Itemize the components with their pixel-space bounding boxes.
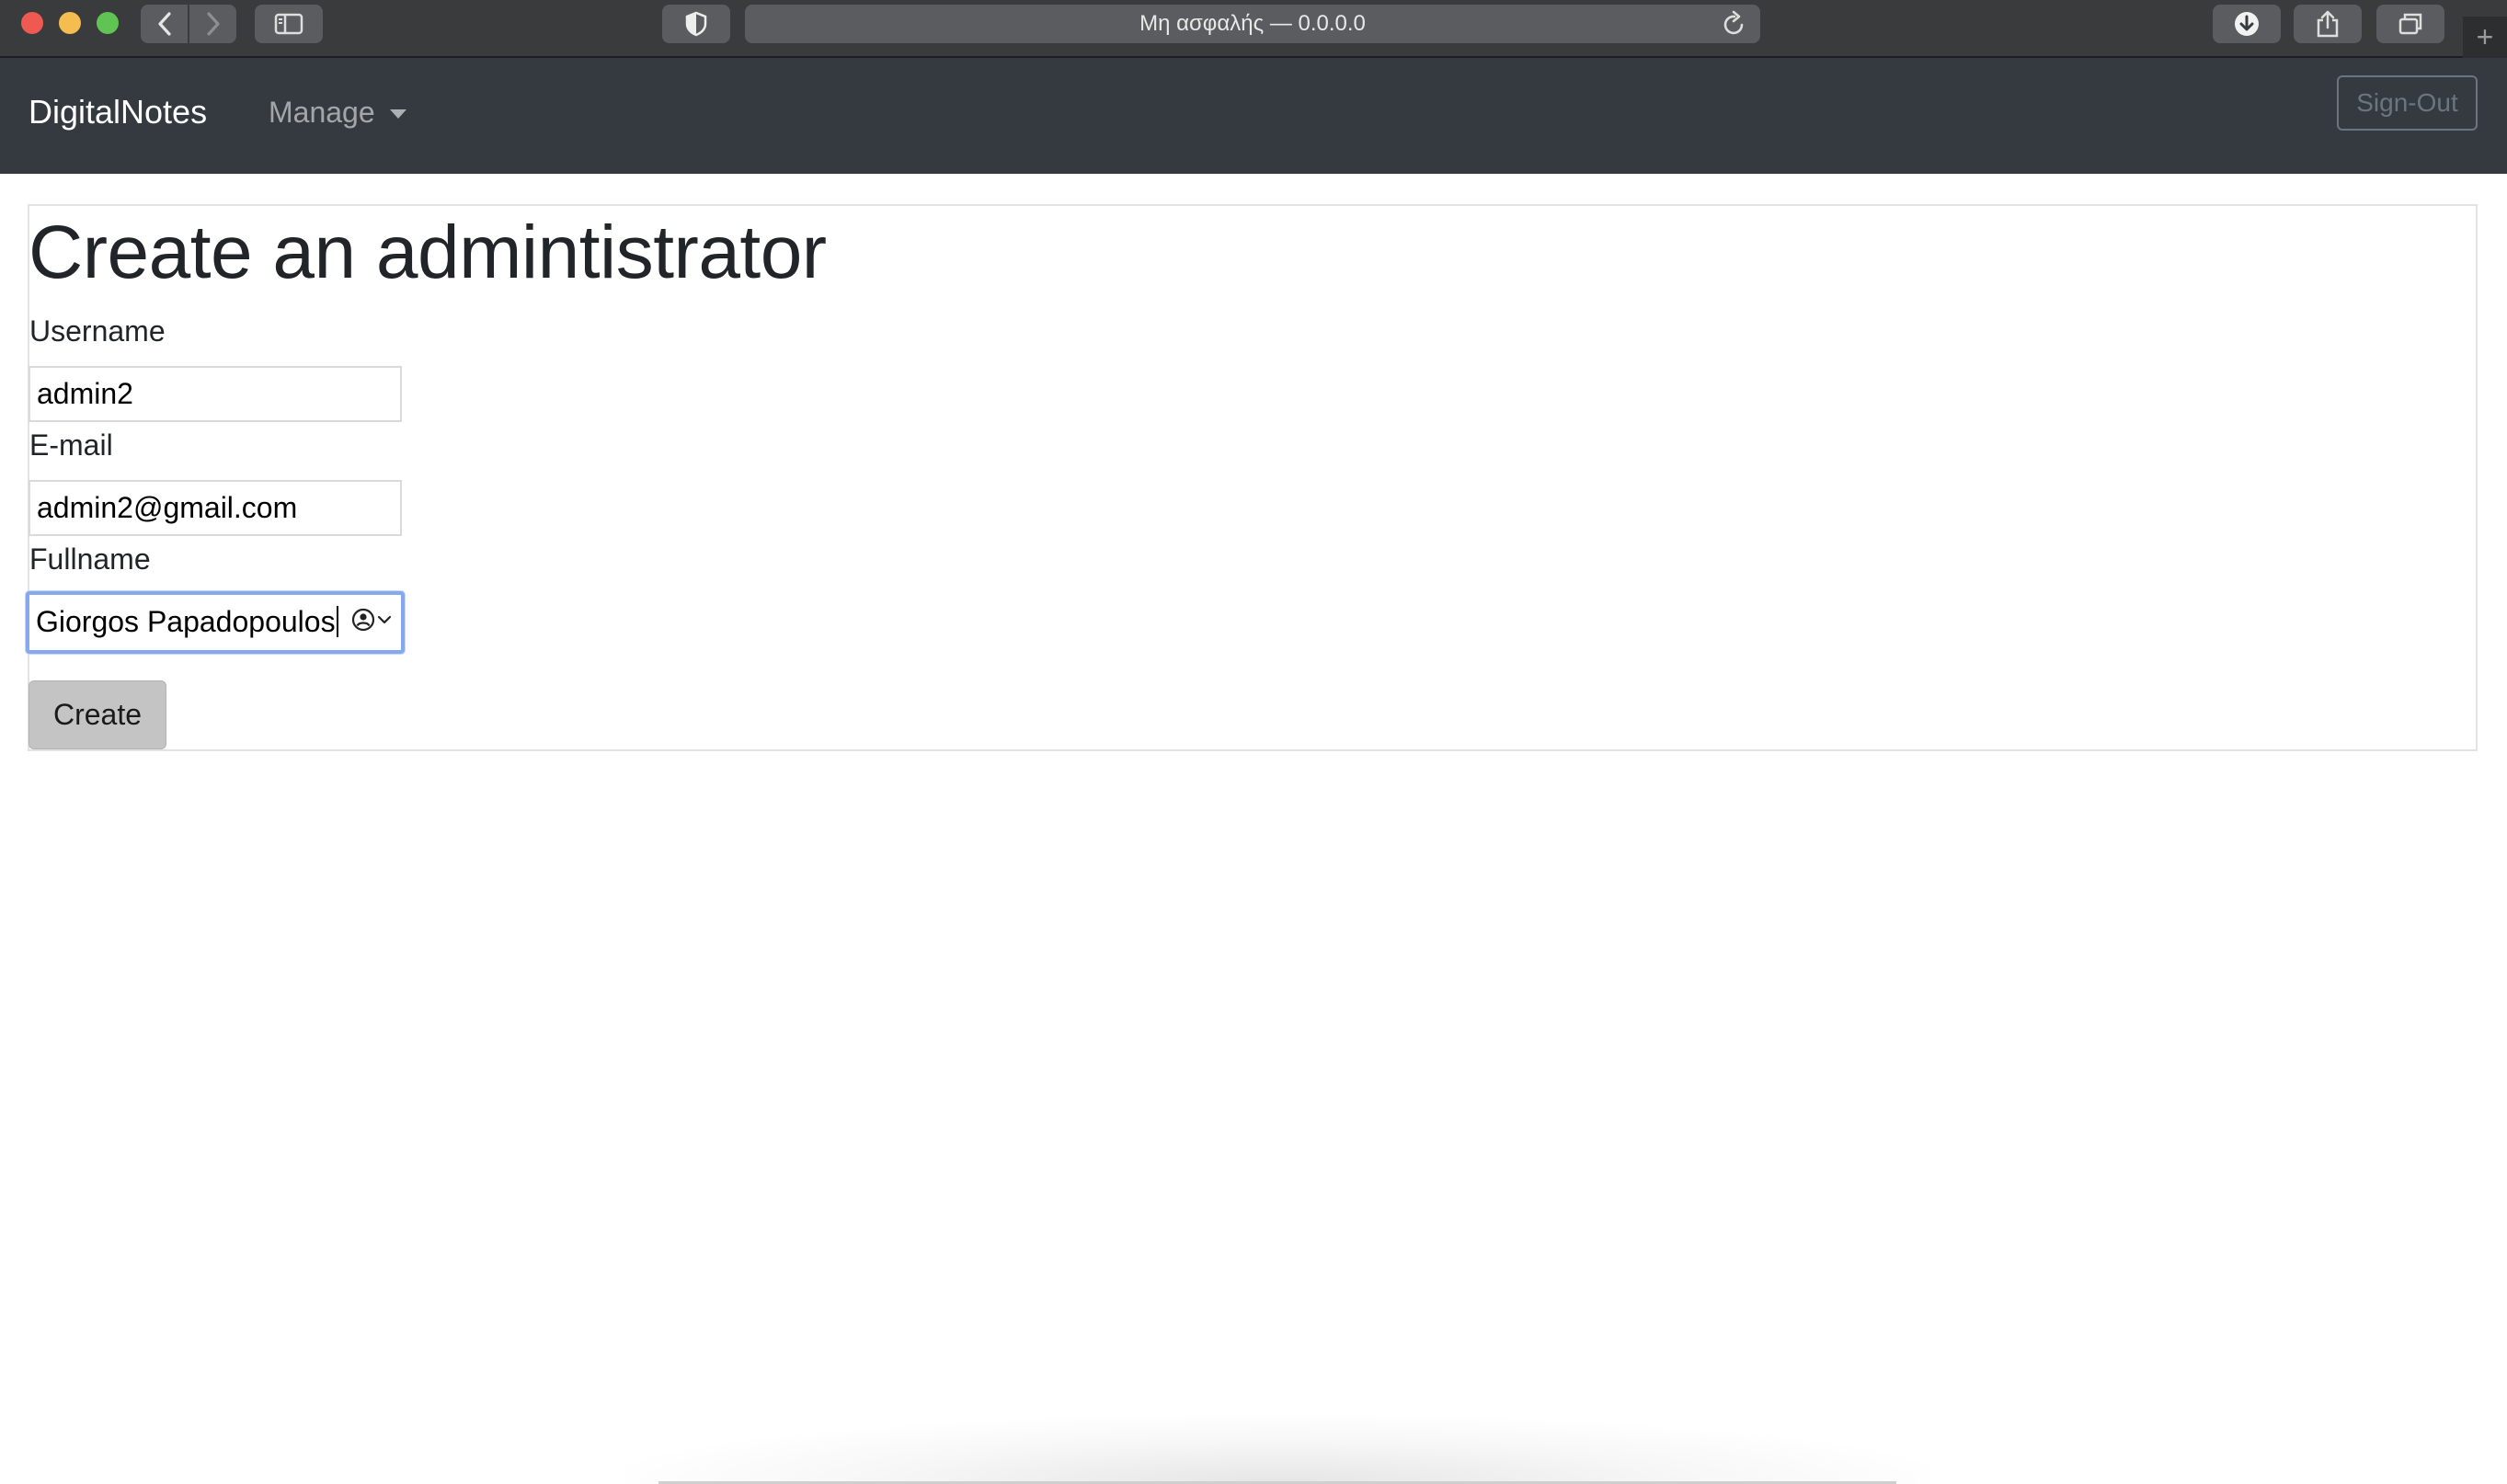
plus-icon: + <box>2476 20 2494 53</box>
new-tab-button[interactable]: + <box>2463 17 2507 58</box>
address-bar[interactable]: Μη ασφαλής — 0.0.0.0 <box>745 5 1760 43</box>
share-button[interactable] <box>2294 5 2362 43</box>
zoom-window-button[interactable] <box>97 12 119 34</box>
sidebar-icon <box>274 13 303 35</box>
page-title: Create an admintistrator <box>29 211 827 294</box>
manage-label: Manage <box>269 96 375 129</box>
sign-out-button[interactable]: Sign-Out <box>2337 75 2478 131</box>
username-label: Username <box>29 314 166 348</box>
chevron-down-icon <box>377 615 392 624</box>
download-icon <box>2235 12 2259 36</box>
email-input[interactable] <box>29 480 402 536</box>
privacy-report-button[interactable] <box>662 5 730 43</box>
brand-link[interactable]: DigitalNotes <box>29 93 207 131</box>
text-cursor <box>336 606 338 637</box>
minimize-window-button[interactable] <box>59 12 81 34</box>
close-window-button[interactable] <box>21 12 43 34</box>
history-nav <box>141 5 236 43</box>
contact-autofill-icon[interactable] <box>351 608 392 632</box>
fullname-value: Giorgos Papadopoulos <box>36 605 338 639</box>
address-text: Μη ασφαλής — 0.0.0.0 <box>1139 11 1366 36</box>
shield-icon <box>685 11 707 37</box>
browser-toolbar: Μη ασφαλής — 0.0.0.0 + <box>0 0 2507 58</box>
caret-down-icon <box>389 108 406 119</box>
back-icon <box>157 12 171 36</box>
sidebar-button[interactable] <box>255 5 323 43</box>
forward-icon <box>206 12 220 36</box>
window-bottom-shadow <box>625 1416 1931 1484</box>
tab-overview-button[interactable] <box>2376 5 2444 43</box>
fullname-label: Fullname <box>29 542 151 576</box>
back-button[interactable] <box>141 5 188 43</box>
app-navbar: DigitalNotes Manage Sign-Out <box>0 58 2507 174</box>
tabs-icon <box>2398 13 2422 35</box>
username-input[interactable] <box>29 366 402 422</box>
reload-icon[interactable] <box>1722 10 1747 38</box>
forward-button[interactable] <box>189 5 236 43</box>
fullname-input[interactable]: Giorgos Papadopoulos <box>26 591 405 654</box>
manage-dropdown[interactable]: Manage <box>269 96 406 130</box>
downloads-button[interactable] <box>2213 5 2281 43</box>
create-button[interactable]: Create <box>29 680 166 749</box>
email-label: E-mail <box>29 428 113 462</box>
share-icon <box>2317 10 2339 38</box>
